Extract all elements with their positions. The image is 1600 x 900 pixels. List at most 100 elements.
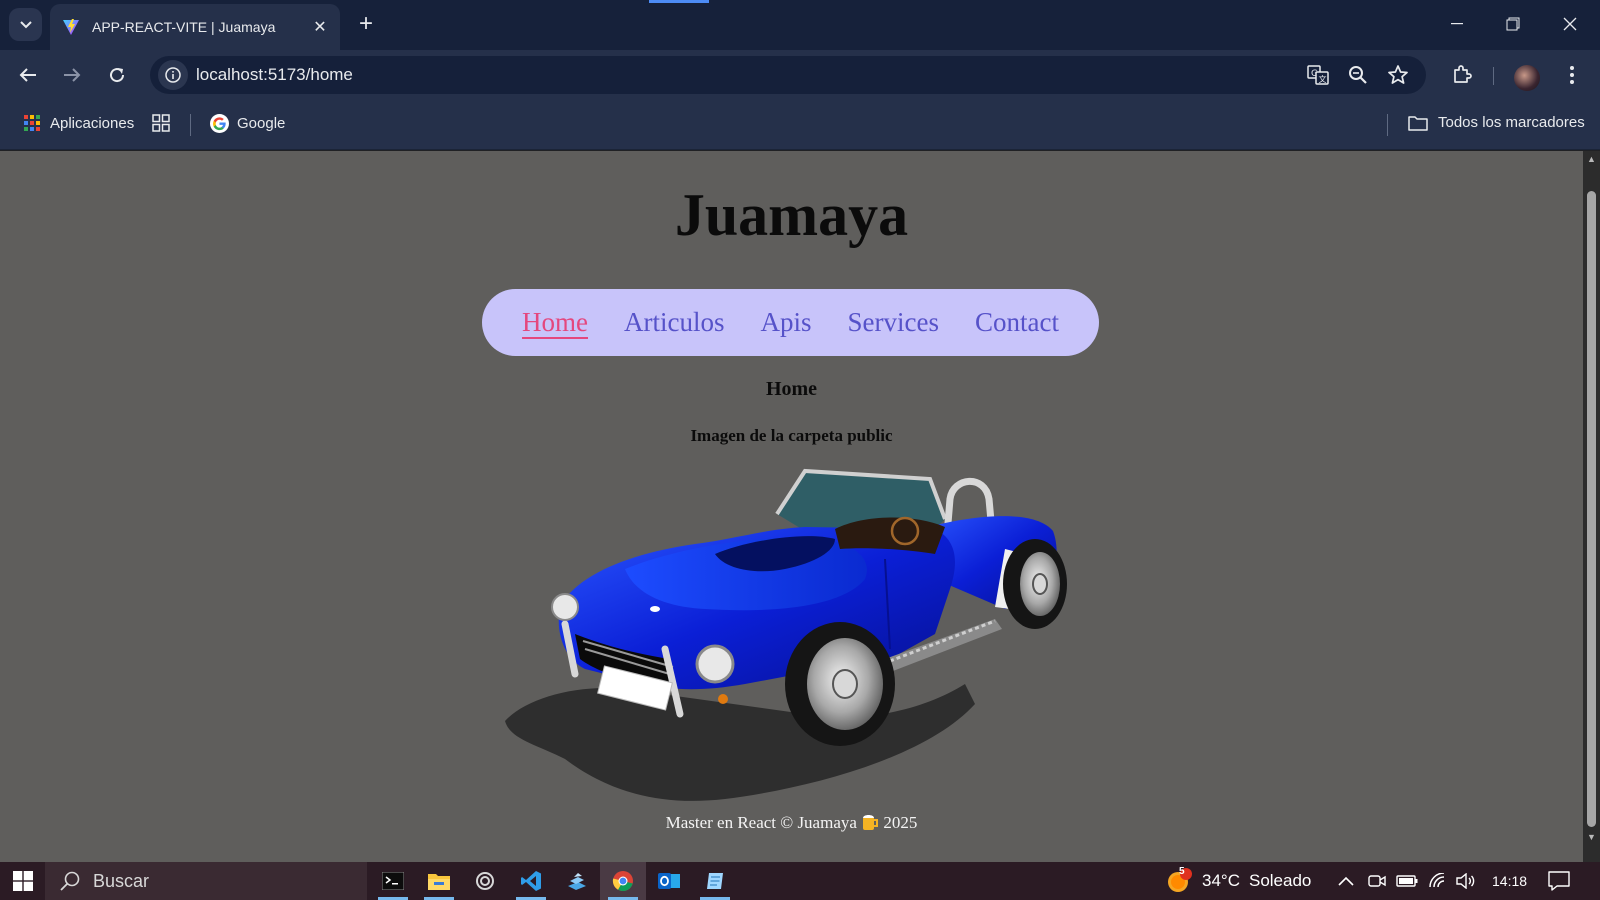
taskbar-chrome[interactable]: [600, 862, 646, 900]
close-icon: [1563, 17, 1577, 31]
arrow-left-icon: [19, 68, 36, 82]
extensions-icon[interactable]: [1448, 61, 1476, 89]
taskbar-app-notes[interactable]: [692, 862, 738, 900]
nav-link-apis[interactable]: Apis: [761, 307, 812, 338]
back-button[interactable]: [12, 59, 44, 91]
profile-avatar[interactable]: [1514, 65, 1540, 91]
address-bar[interactable]: localhost:5173/home G文: [150, 56, 1426, 94]
taskbar-app-stack[interactable]: [554, 862, 600, 900]
folder-icon: [1408, 115, 1428, 131]
image-caption: Imagen de la carpeta public: [690, 426, 893, 445]
new-tab-button[interactable]: +: [354, 10, 378, 38]
taskbar-search[interactable]: Buscar: [45, 862, 367, 900]
terminal-icon: [382, 872, 404, 890]
taskbar-outlook[interactable]: [646, 862, 692, 900]
nav-link-home[interactable]: Home: [522, 307, 588, 338]
start-button[interactable]: [0, 862, 45, 900]
taskbar-terminal[interactable]: [370, 862, 416, 900]
notes-icon: [707, 873, 723, 889]
reload-button[interactable]: [101, 59, 133, 91]
nav-link-contact[interactable]: Contact: [975, 307, 1059, 338]
bookmarks-bar: Aplicaciones Google Todos los marcadores: [0, 100, 1600, 150]
active-tab[interactable]: APP-REACT-VITE | Juamaya ✕: [50, 4, 340, 50]
google-logo-icon: [210, 114, 229, 133]
arrow-right-icon: [64, 68, 81, 82]
scroll-down-icon[interactable]: ▼: [1585, 831, 1598, 844]
bookmark-apps-label: Aplicaciones: [50, 114, 135, 132]
weather-temp: 34°C: [1202, 871, 1240, 890]
browser-title-bar: APP-REACT-VITE | Juamaya ✕ +: [0, 0, 1600, 50]
minimize-button[interactable]: [1437, 8, 1477, 40]
weather-condition: Soleado: [1248, 871, 1312, 890]
tab-close-icon[interactable]: ✕: [306, 17, 334, 37]
nav-link-services[interactable]: Services: [848, 307, 939, 338]
weather-widget[interactable]: 5 34°C Soleado: [1166, 862, 1311, 900]
footer-text: Master en React © Juamaya: [665, 813, 857, 832]
bookmark-google[interactable]: Google: [210, 114, 285, 133]
volume-icon[interactable]: [1456, 862, 1476, 900]
tab-strip-indicator: [649, 0, 709, 3]
main-nav: Home Articulos Apis Services Contact: [482, 289, 1099, 356]
taskbar-file-explorer[interactable]: [416, 862, 462, 900]
vscode-icon: [521, 871, 541, 891]
zoom-icon[interactable]: [1346, 63, 1370, 87]
all-bookmarks-label: Todos los marcadores: [1438, 114, 1585, 131]
chevron-up-icon: [1338, 876, 1354, 886]
beer-mug-icon: [863, 815, 879, 830]
weather-badge: 5: [1179, 866, 1185, 877]
bookmark-apps[interactable]: Aplicaciones: [23, 114, 134, 132]
tab-groups-icon: [152, 114, 170, 132]
browser-menu-icon[interactable]: [1558, 61, 1586, 89]
bookmarks-separator: [190, 114, 191, 136]
meet-now-icon[interactable]: [1368, 862, 1386, 900]
windows-taskbar: Buscar 5 34°C Soleado 14:18: [0, 862, 1600, 900]
show-hidden-icons-button[interactable]: [1338, 862, 1354, 900]
scrollbar[interactable]: ▲ ▼: [1583, 151, 1600, 862]
translate-icon[interactable]: G文: [1306, 63, 1330, 87]
windows-logo-icon: [12, 871, 33, 891]
tab-title: APP-REACT-VITE | Juamaya: [92, 19, 276, 35]
forward-button[interactable]: [56, 59, 88, 91]
bookmarks-separator: [1387, 114, 1388, 136]
notifications-button[interactable]: [1548, 862, 1570, 900]
info-icon: [165, 67, 181, 83]
apps-grid-icon: [24, 115, 40, 131]
vite-logo-icon: [63, 19, 79, 35]
car-image: [505, 468, 1067, 801]
search-icon: [60, 871, 80, 891]
wifi-icon[interactable]: [1428, 862, 1448, 900]
page-viewport: Juamaya Home Articulos Apis Services Con…: [0, 151, 1600, 862]
tab-search-button[interactable]: [9, 8, 42, 41]
page-footer: Master en React © Juamaya 2025: [0, 813, 1583, 833]
bookmark-star-icon[interactable]: [1386, 63, 1410, 87]
chrome-icon: [612, 871, 633, 892]
close-window-button[interactable]: [1550, 8, 1590, 40]
clock[interactable]: 14:18: [1492, 862, 1527, 900]
site-info-icon[interactable]: [158, 60, 188, 90]
chevron-down-icon: [19, 20, 32, 28]
app-orb-icon: [476, 872, 494, 890]
app-stack-icon: [568, 873, 586, 890]
folder-icon: [428, 874, 450, 890]
notification-icon: [1548, 871, 1570, 891]
browser-toolbar: localhost:5173/home G文: [0, 50, 1600, 100]
footer-year: 2025: [883, 813, 918, 832]
nav-link-articulos[interactable]: Articulos: [624, 307, 725, 338]
restore-icon: [1506, 17, 1520, 31]
all-bookmarks-button[interactable]: Todos los marcadores: [1408, 114, 1585, 131]
scroll-up-icon[interactable]: ▲: [1585, 153, 1598, 166]
battery-icon[interactable]: [1396, 862, 1418, 900]
restore-button[interactable]: [1493, 8, 1533, 40]
bookmark-google-label: Google: [237, 115, 286, 132]
site-title: Juamaya: [674, 182, 909, 248]
outlook-icon: [658, 873, 680, 889]
search-placeholder: Buscar: [93, 870, 150, 891]
taskbar-app-orb[interactable]: [462, 862, 508, 900]
svg-text:文: 文: [1319, 74, 1327, 84]
scrollbar-thumb[interactable]: [1587, 191, 1596, 827]
clock-time: 14:18: [1492, 873, 1528, 889]
minimize-icon: [1451, 23, 1463, 25]
tab-groups-button[interactable]: [152, 114, 170, 132]
page-heading: Home: [765, 378, 818, 400]
taskbar-vscode[interactable]: [508, 862, 554, 900]
